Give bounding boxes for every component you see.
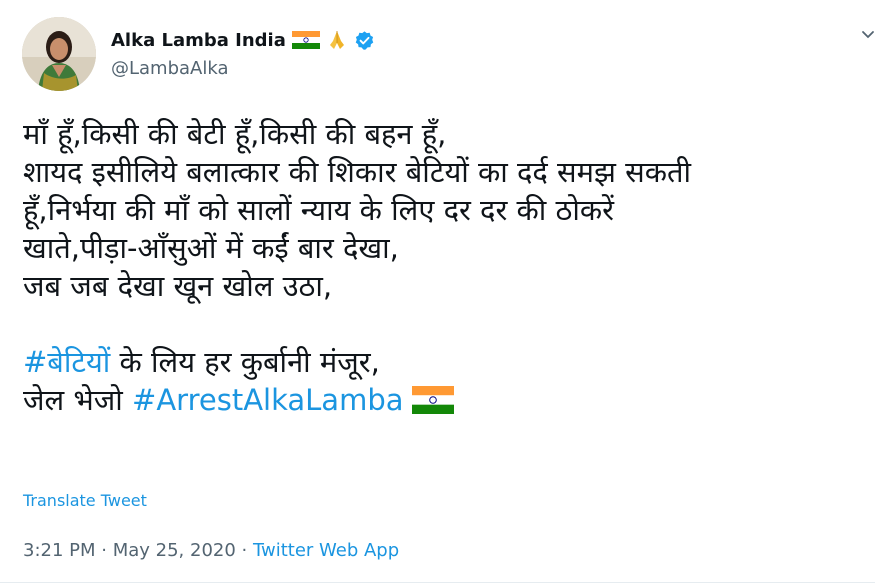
tweet-line: माँ हूँ,किसी की बेटी हूँ,किसी की बहन हूँ… — [23, 117, 447, 151]
tweet-card: Alka Lamba India @LambaAlka माँ हूँ,किसी… — [0, 0, 875, 583]
tweet-line: खाते,पीड़ा-आँसुओं में कईं बार देखा, — [23, 231, 399, 265]
avatar[interactable] — [22, 17, 96, 91]
tweet-line: जब जब देखा खून खोल उठा, — [23, 269, 333, 303]
tweet-source-link[interactable]: Twitter Web App — [253, 540, 399, 561]
tweet-text: माँ हूँ,किसी की बेटी हूँ,किसी की बहन हूँ… — [23, 115, 875, 419]
meta-separator: · — [95, 540, 113, 561]
display-name[interactable]: Alka Lamba India — [111, 29, 375, 51]
tweet-line: जेल भेजो #ArrestAlkaLamba — [23, 381, 875, 419]
verified-badge-icon — [355, 30, 374, 50]
tweet-line-text: के लिय हर कुर्बानी मंजूर, — [110, 345, 380, 379]
avatar-image — [22, 17, 96, 91]
india-flag-icon — [291, 31, 320, 49]
tweet-time[interactable]: 3:21 PM — [23, 540, 96, 561]
india-flag-icon — [411, 386, 454, 414]
tweet-line: हूँ,निर्भया की माँ को सालों न्याय के लिए… — [23, 193, 615, 227]
meta-separator: · — [235, 540, 253, 561]
user-handle[interactable]: @LambaAlka — [111, 58, 229, 79]
chevron-down-icon[interactable] — [861, 28, 875, 42]
tweet-line-text: जेल भेजो — [23, 383, 133, 417]
display-name-text[interactable]: Alka Lamba India — [111, 30, 286, 51]
folded-hands-icon — [329, 31, 344, 49]
tweet-date[interactable]: May 25, 2020 — [113, 540, 236, 561]
translate-tweet-link[interactable]: Translate Tweet — [23, 491, 147, 510]
tweet-line: #बेटियों के लिय हर कुर्बानी मंजूर, — [23, 343, 875, 381]
tweet-line: शायद इसीलिये बलात्कार की शिकार बेटियों क… — [23, 155, 692, 189]
hashtag-link[interactable]: #ArrestAlkaLamba — [132, 383, 403, 417]
tweet-metadata: 3:21 PM · May 25, 2020 · Twitter Web App — [23, 540, 399, 561]
hashtag-link[interactable]: #बेटियों — [23, 345, 110, 379]
